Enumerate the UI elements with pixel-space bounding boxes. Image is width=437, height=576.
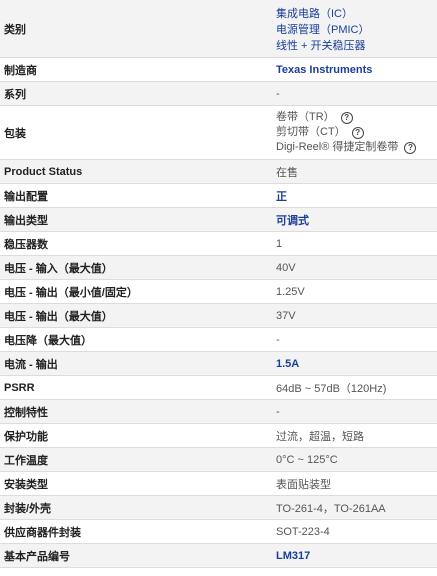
row-voltage-output-min: 电压 - 输出（最小值/固定） 1.25V <box>0 280 437 304</box>
row-category: 类别 集成电路（IC） 电源管理（PMIC） 线性 + 开关稳压器 <box>0 0 437 58</box>
row-label: 电压 - 输出（最小值/固定） <box>4 286 138 299</box>
row-label: 基本产品编号 <box>4 550 70 563</box>
row-voltage-output-max: 电压 - 输出（最大值） 37V <box>0 304 437 328</box>
row-control-features: 控制特性 - <box>0 400 437 424</box>
row-label: 电压降（最大值） <box>4 334 92 347</box>
row-label: 包装 <box>4 127 26 140</box>
row-value: 37V <box>276 309 296 322</box>
row-label: 制造商 <box>4 64 37 77</box>
row-value: 表面贴装型 <box>276 478 331 491</box>
row-value: 集成电路（IC） 电源管理（PMIC） 线性 + 开关稳压器 <box>272 0 437 57</box>
row-label: 工作温度 <box>4 454 48 467</box>
row-label: 电压 - 输出（最大值） <box>4 310 113 323</box>
category-link-ic[interactable]: 集成电路（IC） <box>276 5 437 21</box>
row-value: LM317 <box>272 544 437 567</box>
row-manufacturer: 制造商 Texas Instruments <box>0 58 437 82</box>
row-value: 1 <box>276 237 283 250</box>
row-label: 输出配置 <box>4 190 48 203</box>
row-psrr: PSRR 64dB ~ 57dB（120Hz) <box>0 376 437 400</box>
row-voltage-input-max: 电压 - 输入（最大值） 40V <box>0 256 437 280</box>
packaging-option-label: Digi-Reel® 得捷定制卷带 <box>276 141 399 153</box>
row-label: 安装类型 <box>4 478 48 491</box>
row-base-part-number: 基本产品编号 LM317 <box>0 544 437 568</box>
row-value: 过流，超温，短路 <box>276 430 364 443</box>
product-attributes-table: 类别 集成电路（IC） 电源管理（PMIC） 线性 + 开关稳压器 制造商 Te… <box>0 0 437 568</box>
output-config-link[interactable]: 正 <box>276 188 437 204</box>
row-label: 系列 <box>4 88 26 101</box>
row-label: 保护功能 <box>4 430 48 443</box>
row-value: Texas Instruments <box>272 58 437 81</box>
row-package-case: 封装/外壳 TO-261-4，TO-261AA <box>0 496 437 520</box>
help-icon[interactable]: ? <box>404 141 417 154</box>
row-label: PSRR <box>4 381 35 394</box>
packaging-option: 卷带（TR） ? <box>276 110 437 125</box>
row-mounting-type: 安装类型 表面贴装型 <box>0 472 437 496</box>
row-label: 输出类型 <box>4 214 48 227</box>
row-value: 正 <box>272 184 437 207</box>
row-value: 卷带（TR） ? 剪切带（CT） ? Digi-Reel® 得捷定制卷带 ? <box>272 106 437 159</box>
help-icon[interactable]: ? <box>340 111 353 124</box>
row-label: 封装/外壳 <box>4 502 52 515</box>
help-icon[interactable]: ? <box>351 126 364 139</box>
row-value: - <box>276 333 280 346</box>
row-dropout-voltage: 电压降（最大值） - <box>0 328 437 352</box>
row-value: 可调式 <box>272 208 437 231</box>
category-link-regulators[interactable]: 线性 + 开关稳压器 <box>276 37 437 53</box>
row-output-type: 输出类型 可调式 <box>0 208 437 232</box>
row-label: 电压 - 输入（最大值） <box>4 262 113 275</box>
row-value: 64dB ~ 57dB（120Hz) <box>276 382 387 395</box>
row-supplier-package: 供应商器件封装 SOT-223-4 <box>0 520 437 544</box>
row-label: Product Status <box>4 165 83 178</box>
row-label: 类别 <box>4 23 26 36</box>
row-regulator-count: 稳压器数 1 <box>0 232 437 256</box>
row-value: 0°C ~ 125°C <box>276 453 338 466</box>
base-part-number-link[interactable]: LM317 <box>276 550 437 562</box>
row-series: 系列 - <box>0 82 437 106</box>
row-packaging: 包装 卷带（TR） ? 剪切带（CT） ? Digi-Reel® 得捷定制卷带 … <box>0 106 437 160</box>
packaging-option: Digi-Reel® 得捷定制卷带 ? <box>276 140 437 155</box>
row-current-output: 电流 - 输出 1.5A <box>0 352 437 376</box>
current-output-link[interactable]: 1.5A <box>276 358 437 370</box>
row-value: 40V <box>276 261 296 274</box>
packaging-option-label: 剪切带（CT） <box>276 126 346 138</box>
row-protection-features: 保护功能 过流，超温，短路 <box>0 424 437 448</box>
output-type-link[interactable]: 可调式 <box>276 212 437 228</box>
packaging-option-label: 卷带（TR） <box>276 111 335 123</box>
row-operating-temp: 工作温度 0°C ~ 125°C <box>0 448 437 472</box>
row-value: SOT-223-4 <box>276 525 330 538</box>
row-product-status: Product Status 在售 <box>0 160 437 184</box>
row-label: 电流 - 输出 <box>4 358 58 371</box>
manufacturer-link[interactable]: Texas Instruments <box>276 64 437 76</box>
row-value: - <box>276 405 280 418</box>
row-output-config: 输出配置 正 <box>0 184 437 208</box>
row-label: 供应商器件封装 <box>4 526 81 539</box>
row-value: 1.25V <box>276 285 305 298</box>
row-value: TO-261-4，TO-261AA <box>276 502 386 515</box>
row-label: 控制特性 <box>4 406 48 419</box>
row-value: - <box>276 87 280 100</box>
row-label: 稳压器数 <box>4 238 48 251</box>
row-value: 1.5A <box>272 352 437 375</box>
packaging-option: 剪切带（CT） ? <box>276 125 437 140</box>
category-link-pmic[interactable]: 电源管理（PMIC） <box>276 21 437 37</box>
row-value: 在售 <box>276 166 298 179</box>
